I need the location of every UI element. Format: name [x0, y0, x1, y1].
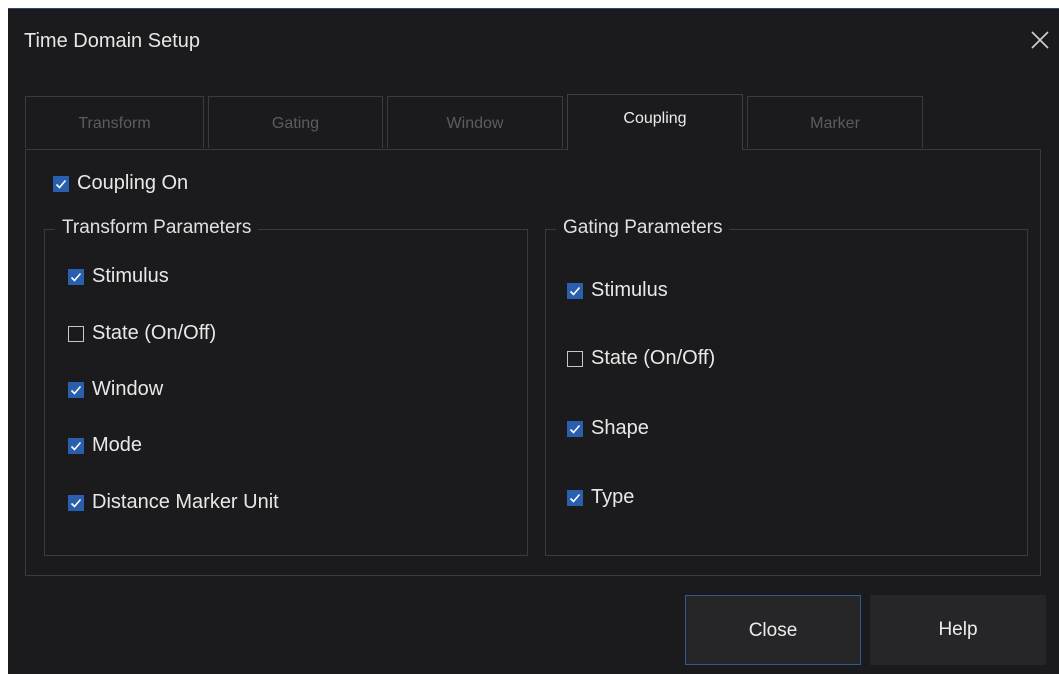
time-domain-setup-dialog: Time Domain Setup Transform Gating Windo… — [8, 8, 1059, 674]
gating-shape-checkbox[interactable]: Shape — [567, 417, 649, 440]
transform-distance-marker-unit-checkbox[interactable]: Distance Marker Unit — [68, 491, 279, 514]
transform-stimulus-label: Stimulus — [92, 265, 169, 287]
close-button[interactable]: Close — [685, 595, 861, 665]
checkbox-checked-icon — [567, 489, 583, 506]
transform-mode-checkbox[interactable]: Mode — [68, 434, 142, 457]
checkbox-checked-icon — [53, 175, 69, 192]
transform-window-checkbox[interactable]: Window — [68, 378, 163, 401]
gating-stimulus-checkbox[interactable]: Stimulus — [567, 279, 668, 302]
checkbox-unchecked-icon — [68, 325, 84, 342]
gating-stimulus-label: Stimulus — [591, 279, 668, 301]
gating-type-checkbox[interactable]: Type — [567, 486, 634, 509]
coupling-on-label: Coupling On — [77, 172, 189, 194]
checkbox-checked-icon — [68, 437, 84, 454]
checkbox-unchecked-icon — [567, 350, 583, 367]
close-icon[interactable] — [1029, 29, 1051, 51]
checkbox-checked-icon — [567, 420, 583, 437]
transform-state-label: State (On/Off) — [92, 322, 217, 344]
coupling-on-checkbox[interactable]: Coupling On — [53, 172, 188, 195]
help-button[interactable]: Help — [870, 595, 1046, 665]
title-bar: Time Domain Setup — [8, 9, 1059, 69]
transform-mode-label: Mode — [92, 434, 143, 456]
tab-coupling[interactable]: Coupling — [567, 94, 743, 150]
gating-state-label: State (On/Off) — [591, 347, 716, 369]
transform-parameters-title: Transform Parameters — [55, 217, 259, 239]
tab-transform[interactable]: Transform — [25, 96, 204, 148]
checkbox-checked-icon — [68, 381, 84, 398]
transform-distance-marker-unit-label: Distance Marker Unit — [92, 491, 279, 513]
tab-gating[interactable]: Gating — [208, 96, 383, 148]
dialog-title: Time Domain Setup — [24, 30, 200, 52]
gating-state-checkbox[interactable]: State (On/Off) — [567, 347, 715, 370]
gating-parameters-title: Gating Parameters — [556, 217, 730, 239]
transform-state-checkbox[interactable]: State (On/Off) — [68, 322, 216, 345]
gating-type-label: Type — [591, 486, 635, 508]
transform-stimulus-checkbox[interactable]: Stimulus — [68, 265, 169, 288]
gating-shape-label: Shape — [591, 417, 649, 439]
checkbox-checked-icon — [68, 494, 84, 511]
checkbox-checked-icon — [68, 268, 84, 285]
tab-marker[interactable]: Marker — [747, 96, 923, 148]
checkbox-checked-icon — [567, 282, 583, 299]
tab-window[interactable]: Window — [387, 96, 563, 148]
transform-window-label: Window — [92, 378, 164, 400]
